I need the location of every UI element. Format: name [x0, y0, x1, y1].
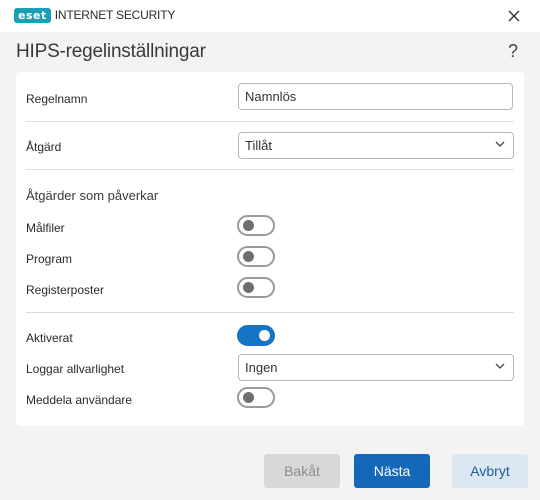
action-select-value: Tillåt [245, 138, 272, 153]
log-severity-select-value: Ingen [245, 360, 278, 375]
program-label: Program [26, 252, 73, 266]
action-label: Åtgärd [26, 140, 62, 154]
product-name: INTERNET SECURITY [54, 8, 176, 22]
action-select[interactable]: Tillåt [238, 132, 514, 159]
back-button[interactable]: Bakåt [264, 454, 340, 488]
title-bar: eset INTERNET SECURITY [0, 0, 540, 32]
toggle-knob [243, 220, 254, 231]
log-severity-label: Loggar allvarlighet [26, 362, 125, 376]
target-files-label: Målfiler [26, 221, 65, 235]
divider [26, 312, 514, 313]
log-severity-select[interactable]: Ingen [238, 354, 514, 381]
program-toggle[interactable] [237, 246, 275, 267]
toggle-knob [259, 330, 270, 341]
chevron-down-icon [495, 363, 505, 369]
affected-actions-heading: Åtgärder som påverkar [26, 188, 159, 203]
notify-user-toggle[interactable] [237, 387, 275, 408]
toggle-knob [243, 392, 254, 403]
divider [26, 169, 514, 170]
registry-toggle[interactable] [237, 277, 275, 298]
toggle-knob [243, 282, 254, 293]
toggle-knob [243, 251, 254, 262]
close-button[interactable] [504, 6, 524, 26]
registry-label: Registerposter [26, 283, 105, 297]
close-icon [508, 10, 520, 22]
eset-logo: eset INTERNET SECURITY [14, 8, 175, 23]
activated-label: Aktiverat [26, 331, 73, 345]
rule-name-input[interactable] [238, 83, 513, 110]
cancel-button[interactable]: Avbryt [452, 454, 528, 488]
page-title: HIPS-regelinställningar [16, 41, 206, 62]
rule-name-label: Regelnamn [26, 92, 88, 106]
activated-toggle[interactable] [237, 325, 275, 346]
divider [26, 121, 514, 122]
help-button[interactable]: ? [508, 41, 518, 62]
target-files-toggle[interactable] [237, 215, 275, 236]
eset-logo-badge: eset [14, 8, 51, 23]
next-button[interactable]: Nästa [354, 454, 430, 488]
chevron-down-icon [495, 141, 505, 147]
settings-card: Regelnamn Åtgärd Tillåt Åtgärder som påv… [16, 72, 524, 426]
dialog-header: HIPS-regelinställningar ? [0, 32, 540, 72]
notify-user-label: Meddela användare [26, 393, 133, 407]
